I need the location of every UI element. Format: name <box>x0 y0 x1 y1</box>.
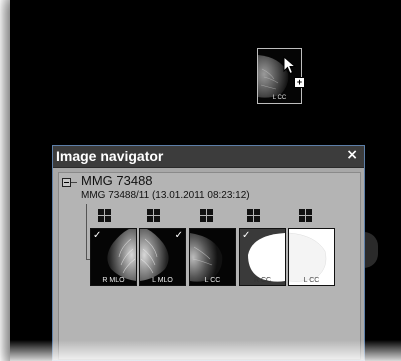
drag-preview-label: L CC <box>272 95 287 101</box>
thumbnail-label: L CC <box>204 277 221 284</box>
thumbnail-label: L CC <box>303 277 320 284</box>
series-thumbnail-r-mlo[interactable]: ✓ R MLO <box>90 228 137 286</box>
tree-branch-line <box>71 182 77 183</box>
thumbnail-label: L MLO <box>152 277 173 284</box>
grid-2x2-icon[interactable] <box>147 209 161 222</box>
series-thumbnail-l-cc-2[interactable]: L CC <box>288 228 335 286</box>
tree-connector-line <box>86 204 87 259</box>
patient-node[interactable]: MMG 73488 <box>81 173 153 188</box>
plus-icon: + <box>294 77 305 88</box>
close-icon[interactable]: × <box>346 147 358 163</box>
series-thumbnail-l-mlo[interactable]: ✓ L MLO <box>139 228 186 286</box>
thumbnail-label: R MLO <box>102 277 125 284</box>
navigator-body: MMG 73488 MMG 73488/11 (13.01.2011 08:23… <box>58 172 361 360</box>
image-navigator-panel: Image navigator × MMG 73488 MMG 73488/11… <box>52 145 365 361</box>
grid-2x2-icon[interactable] <box>247 209 261 222</box>
check-icon: ✓ <box>174 230 183 241</box>
check-icon: ✓ <box>242 230 251 241</box>
navigator-title: Image navigator <box>56 148 164 164</box>
study-node[interactable]: MMG 73488/11 (13.01.2011 08:23:12) <box>81 190 250 201</box>
grid-2x2-icon[interactable] <box>299 209 313 222</box>
collapse-icon[interactable] <box>62 178 71 187</box>
check-icon: ✓ <box>93 230 102 241</box>
series-thumbnail-r-cc[interactable]: ✓ R CC <box>239 228 286 286</box>
grid-2x2-icon[interactable] <box>200 209 214 222</box>
navigator-titlebar[interactable]: Image navigator × <box>53 146 364 168</box>
thumbnail-label: R CC <box>253 277 272 284</box>
grid-2x2-icon[interactable] <box>98 209 112 222</box>
bottom-shade <box>10 340 401 361</box>
series-thumbnail-l-cc[interactable]: L CC <box>189 228 236 286</box>
